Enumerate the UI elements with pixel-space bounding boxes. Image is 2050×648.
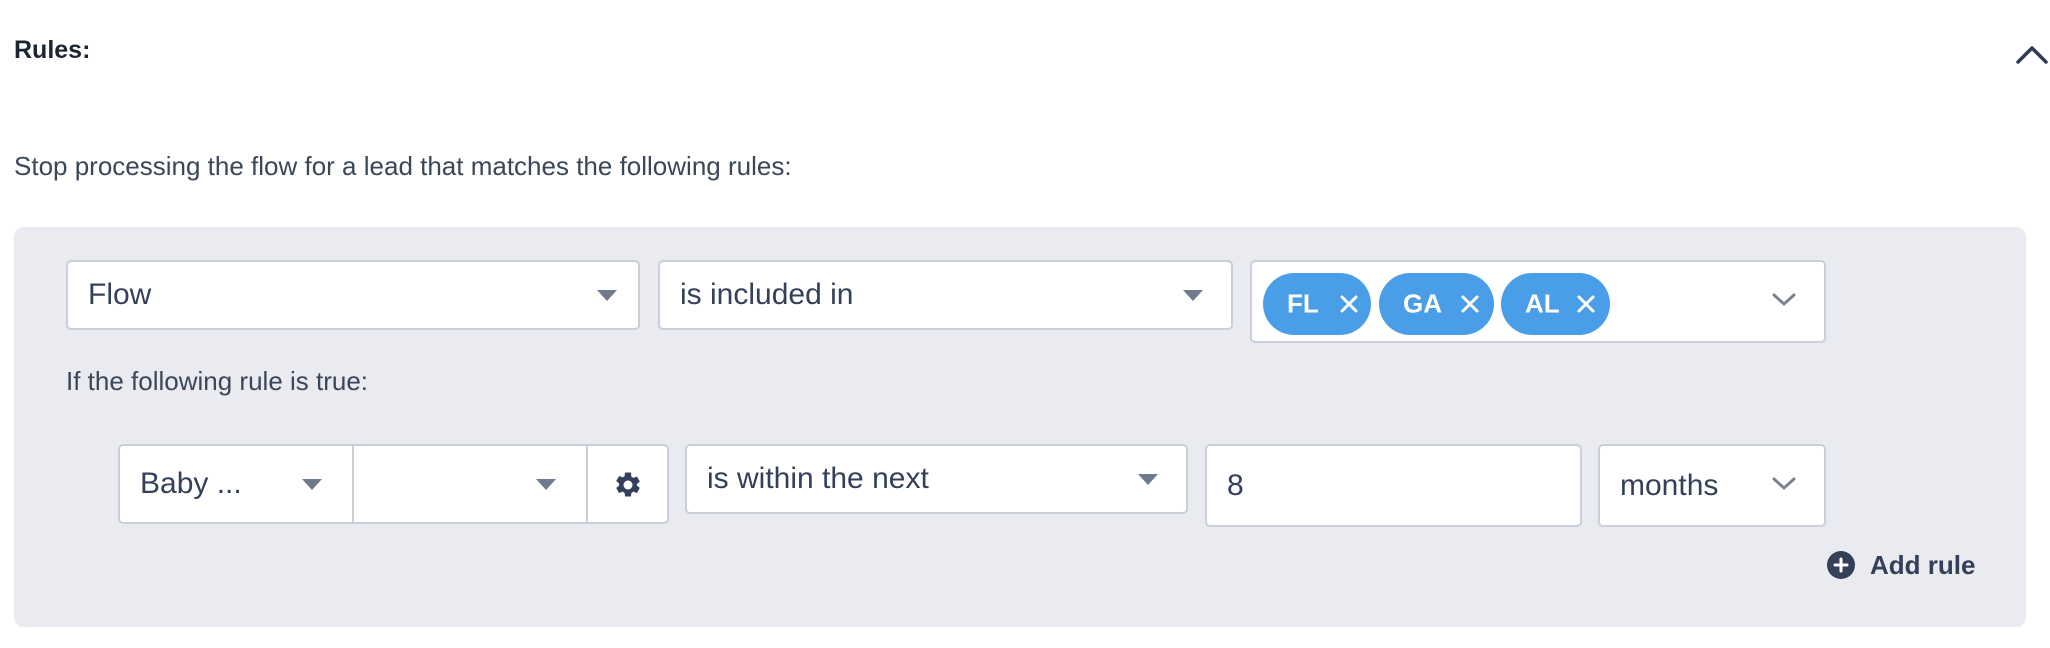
settings-button[interactable] bbox=[588, 446, 667, 522]
chevron-up-icon[interactable] bbox=[2014, 38, 2050, 68]
plus-circle-icon bbox=[1827, 551, 1855, 579]
operator-select-value: is included in bbox=[680, 278, 854, 311]
add-rule-button[interactable]: Add rule bbox=[1826, 548, 2026, 582]
sub-field-select[interactable]: Baby ... bbox=[120, 446, 352, 522]
tag-al[interactable]: AL bbox=[1501, 273, 1610, 335]
condition-label: If the following rule is true: bbox=[66, 366, 369, 396]
caret-down-icon bbox=[597, 290, 617, 301]
chevron-down-icon[interactable] bbox=[1771, 288, 1797, 310]
rules-section-title: Rules: bbox=[14, 36, 91, 64]
caret-down-icon bbox=[536, 479, 556, 490]
tag-fl[interactable]: FL bbox=[1263, 273, 1371, 335]
field-select[interactable]: Flow bbox=[66, 260, 640, 330]
values-multiselect[interactable]: FL GA AL bbox=[1250, 260, 1826, 343]
close-icon[interactable] bbox=[1460, 294, 1480, 314]
close-icon[interactable] bbox=[1576, 294, 1596, 314]
tag-ga[interactable]: GA bbox=[1379, 273, 1494, 335]
caret-down-icon bbox=[1138, 474, 1158, 485]
subfield-group: Baby ... bbox=[118, 444, 669, 524]
unit-select[interactable]: months bbox=[1598, 444, 1826, 527]
amount-input[interactable]: 8 bbox=[1205, 444, 1582, 527]
sub-subfield-select[interactable] bbox=[354, 446, 586, 522]
tag-label: FL bbox=[1287, 288, 1319, 319]
amount-value: 8 bbox=[1227, 468, 1244, 502]
caret-down-icon bbox=[302, 479, 322, 490]
field-select-value: Flow bbox=[88, 278, 152, 311]
sub-field-value: Baby ... bbox=[140, 467, 242, 500]
tag-label: GA bbox=[1403, 288, 1442, 319]
sub-operator-value: is within the next bbox=[707, 462, 929, 495]
close-icon[interactable] bbox=[1339, 294, 1359, 314]
operator-select[interactable]: is included in bbox=[658, 260, 1233, 330]
rules-description: Stop processing the flow for a lead that… bbox=[14, 151, 792, 181]
chevron-down-icon bbox=[1772, 477, 1796, 489]
caret-down-icon bbox=[1183, 290, 1203, 301]
sub-operator-select[interactable]: is within the next bbox=[685, 444, 1188, 514]
tag-label: AL bbox=[1525, 288, 1560, 319]
add-rule-label: Add rule bbox=[1870, 550, 1976, 580]
unit-value: months bbox=[1620, 468, 1719, 502]
gear-icon bbox=[616, 472, 640, 497]
